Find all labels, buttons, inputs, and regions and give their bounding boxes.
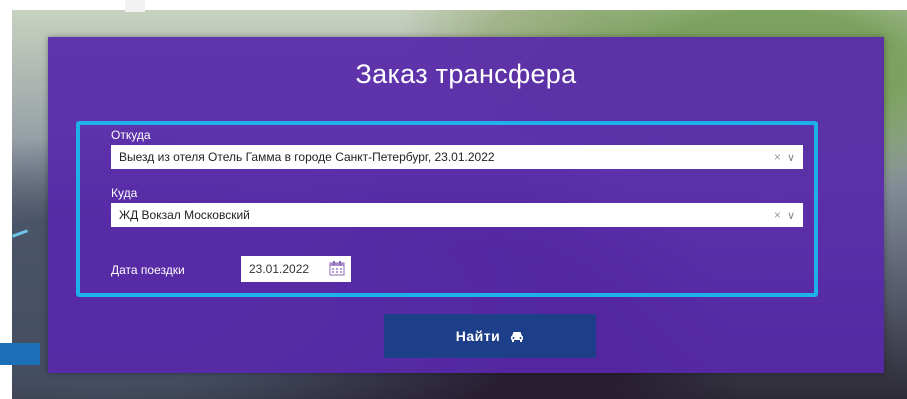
find-button-label: Найти [455,328,501,344]
from-label: Откуда [111,128,151,142]
transfer-order-panel: Заказ трансфера Откуда Выезд из отеля От… [48,37,884,373]
find-button[interactable]: Найти [384,314,596,358]
from-chevron-down-icon[interactable]: ∨ [787,151,795,164]
top-tab [125,0,145,12]
form-title: Заказ трансфера [355,59,577,89]
car-icon [511,332,524,342]
to-select[interactable]: ЖД Вокзал Московский × ∨ [111,203,803,227]
date-value: 23.01.2022 [249,262,310,276]
date-label: Дата поездки [111,263,185,277]
from-value: Выезд из отеля Отель Гамма в городе Санк… [119,150,495,164]
from-clear-icon[interactable]: × [774,150,781,164]
date-input[interactable]: 23.01.2022 [241,256,351,282]
to-clear-icon[interactable]: × [774,208,781,222]
left-strip [0,0,12,399]
left-blue-marker [0,343,40,365]
to-label: Куда [111,186,138,200]
to-chevron-down-icon[interactable]: ∨ [787,209,795,222]
to-value: ЖД Вокзал Московский [119,208,250,222]
from-select[interactable]: Выезд из отеля Отель Гамма в городе Санк… [111,145,803,169]
calendar-icon[interactable] [329,260,345,276]
